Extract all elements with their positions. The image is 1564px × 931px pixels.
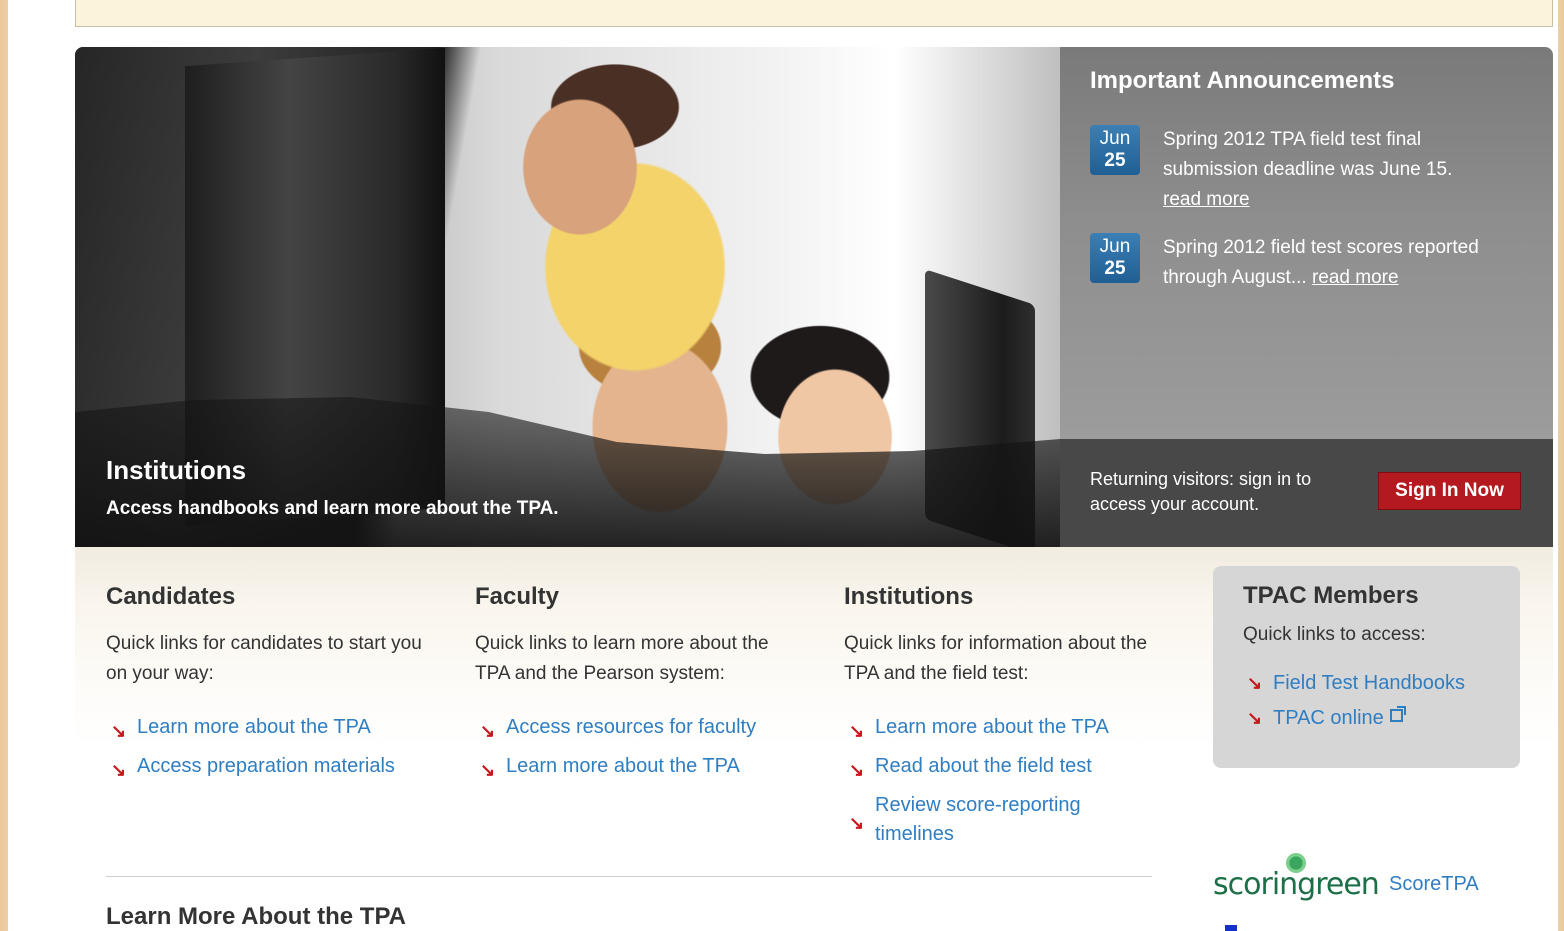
hero-photo: Institutions Access handbooks and learn … bbox=[75, 47, 1060, 547]
link-label[interactable]: Read about the field test bbox=[875, 755, 1092, 777]
column-intro: Quick links to learn more about the TPA … bbox=[475, 633, 769, 684]
hero-subtitle[interactable]: Access handbooks and learn more about th… bbox=[106, 498, 559, 520]
score-tpa-link[interactable]: ScoreTPA bbox=[1389, 873, 1479, 896]
learn-more-heading: Learn More About the TPA bbox=[106, 903, 406, 930]
date-month: Jun bbox=[1099, 236, 1131, 257]
announcement-text: Spring 2012 field test scores reported t… bbox=[1163, 233, 1483, 293]
arrow-icon: ↘ bbox=[1247, 673, 1263, 693]
column-intro: Quick links for candidates to start you … bbox=[106, 633, 422, 684]
read-more-link[interactable]: read more bbox=[1163, 189, 1250, 210]
quick-link[interactable]: ↘ Access resources for faculty bbox=[475, 713, 795, 742]
link-label[interactable]: Access resources for faculty bbox=[506, 716, 756, 738]
link-list: ↘ Learn more about the TPA ↘ Access prepar… bbox=[106, 713, 426, 781]
date-day: 25 bbox=[1104, 258, 1126, 279]
top-notice-strip bbox=[75, 0, 1553, 27]
hero-title[interactable]: Institutions bbox=[106, 455, 246, 486]
announcements-panel: Important Announcements Jun 25 Spring 20… bbox=[1060, 47, 1553, 439]
link-label[interactable]: Learn more about the TPA bbox=[137, 716, 371, 738]
link-list: ↘ Learn more about the TPA ↘ Read about th… bbox=[844, 713, 1164, 849]
link-list: ↘ Access resources for faculty ↘ Learn mor… bbox=[475, 713, 795, 781]
tpac-members-box: TPAC Members Quick links to access: ↘ Fie… bbox=[1213, 566, 1520, 768]
tpac-heading: TPAC Members bbox=[1243, 582, 1419, 609]
read-more-link[interactable]: read more bbox=[1312, 267, 1399, 288]
tpac-link-list: ↘ Field Test Handbooks ↘ TPAC online bbox=[1243, 672, 1490, 730]
column-heading: Faculty bbox=[475, 583, 560, 610]
quick-link[interactable]: ↘ Review score-reporting timelines bbox=[844, 791, 1084, 849]
quick-link[interactable]: ↘ Learn more about the TPA bbox=[106, 713, 426, 742]
arrow-icon: ↘ bbox=[1247, 708, 1263, 728]
date-day: 25 bbox=[1104, 150, 1126, 171]
tpac-intro: Quick links to access: bbox=[1243, 624, 1426, 645]
arrow-icon: ↘ bbox=[480, 760, 496, 780]
column-heading: Candidates bbox=[106, 583, 236, 610]
announcement-body: Spring 2012 TPA field test final submiss… bbox=[1163, 129, 1453, 180]
arrow-icon: ↘ bbox=[480, 721, 496, 741]
column-heading: Institutions bbox=[844, 583, 974, 610]
quick-link[interactable]: ↘ Access preparation materials bbox=[106, 752, 426, 781]
external-link-icon bbox=[1389, 706, 1406, 722]
announcements-heading: Important Announcements bbox=[1090, 67, 1395, 94]
quick-links-section: Candidates Quick links for candidates to… bbox=[75, 547, 1553, 931]
link-label[interactable]: Field Test Handbooks bbox=[1273, 672, 1465, 694]
link-label[interactable]: Access preparation materials bbox=[137, 755, 395, 777]
section-divider bbox=[106, 876, 1152, 877]
candidates-column: Candidates Quick links for candidates to… bbox=[106, 583, 426, 791]
scoringreen-logo[interactable]: scoringreen bbox=[1213, 853, 1380, 902]
link-label[interactable]: TPAC online bbox=[1273, 707, 1384, 729]
link-label[interactable]: Learn more about the TPA bbox=[506, 755, 740, 777]
institutions-column: Institutions Quick links for information… bbox=[844, 583, 1164, 859]
arrow-icon: ↘ bbox=[111, 760, 127, 780]
column-intro: Quick links for information about the TP… bbox=[844, 633, 1148, 684]
date-badge: Jun 25 bbox=[1090, 125, 1140, 175]
announcement-text: Spring 2012 TPA field test final submiss… bbox=[1163, 125, 1483, 215]
arrow-icon: ↘ bbox=[849, 813, 865, 833]
quick-link[interactable]: ↘ Learn more about the TPA bbox=[844, 713, 1164, 742]
faculty-column: Faculty Quick links to learn more about … bbox=[475, 583, 795, 791]
arrow-icon: ↘ bbox=[111, 721, 127, 741]
date-month: Jun bbox=[1099, 128, 1131, 149]
sign-in-button[interactable]: Sign In Now bbox=[1378, 472, 1521, 510]
date-badge: Jun 25 bbox=[1090, 233, 1140, 283]
signin-bar: Returning visitors: sign in to access yo… bbox=[1060, 439, 1553, 547]
link-label[interactable]: Learn more about the TPA bbox=[875, 716, 1109, 738]
quick-link[interactable]: ↘ Learn more about the TPA bbox=[475, 752, 795, 781]
tpac-link[interactable]: ↘ Field Test Handbooks bbox=[1243, 672, 1490, 695]
partial-logo-mark bbox=[1225, 925, 1237, 931]
arrow-icon: ↘ bbox=[849, 760, 865, 780]
arrow-icon: ↘ bbox=[849, 721, 865, 741]
hero-banner: Institutions Access handbooks and learn … bbox=[75, 47, 1553, 547]
tree-icon bbox=[1283, 853, 1309, 873]
quick-link[interactable]: ↘ Read about the field test bbox=[844, 752, 1164, 781]
link-label[interactable]: Review score-reporting timelines bbox=[875, 794, 1081, 845]
tpac-link[interactable]: ↘ TPAC online bbox=[1243, 706, 1490, 730]
signin-prompt: Returning visitors: sign in to access yo… bbox=[1090, 469, 1312, 514]
